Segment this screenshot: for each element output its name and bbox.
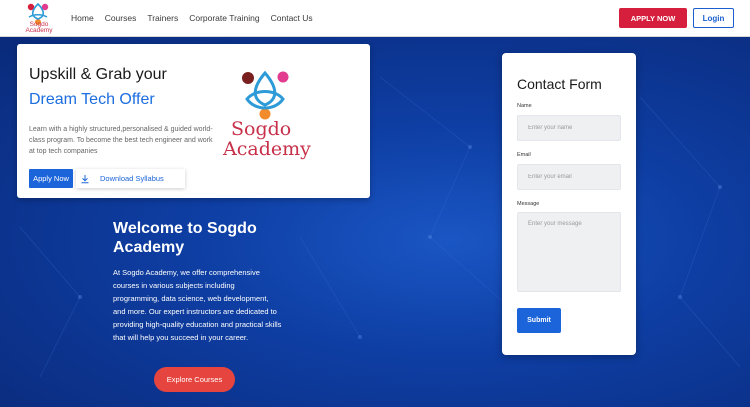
download-syllabus-label: Download Syllabus: [100, 174, 164, 183]
upskill-card: Upskill & Grab your Dream Tech Offer Lea…: [17, 44, 370, 198]
message-label: Message: [517, 201, 540, 207]
name-label: Name: [517, 103, 532, 109]
upskill-description: Learn with a highly structured,personali…: [29, 126, 213, 155]
academy-logo-text-line2: Academy: [223, 138, 311, 160]
contact-form-title: Contact Form: [517, 76, 602, 92]
top-navbar: Sogdo Academy Home Courses Trainers Corp…: [0, 0, 750, 37]
upskill-subtitle: Dream Tech Offer: [29, 91, 155, 108]
explore-courses-button[interactable]: Explore Courses: [154, 367, 235, 392]
welcome-title: Welcome to Sogdo Academy: [113, 220, 257, 256]
nav-trainers[interactable]: Trainers: [147, 13, 178, 23]
logo-text: Sogdo Academy: [25, 21, 53, 34]
apply-now-button[interactable]: APPLY NOW: [619, 8, 687, 28]
academy-logo-text-line1: Sogdo: [231, 118, 292, 140]
email-input[interactable]: [517, 164, 621, 190]
name-input[interactable]: [517, 115, 621, 141]
contact-form-card: Contact Form Name Email Message Submit: [502, 53, 636, 355]
download-syllabus-button[interactable]: Download Syllabus: [76, 169, 185, 188]
welcome-description: At Sogdo Academy, we offer comprehensive…: [113, 268, 282, 342]
nav-courses[interactable]: Courses: [105, 13, 137, 23]
nav-corporate-training[interactable]: Corporate Training: [189, 13, 259, 23]
download-icon: [81, 174, 89, 183]
academy-logo-icon: [242, 70, 289, 120]
message-textarea[interactable]: [517, 212, 621, 292]
email-label: Email: [517, 152, 531, 158]
nav-links: Home Courses Trainers Corporate Training…: [71, 13, 324, 23]
nav-contact-us[interactable]: Contact Us: [271, 13, 313, 23]
card-apply-now-button[interactable]: Apply Now: [29, 169, 73, 188]
upskill-title: Upskill & Grab your: [29, 66, 167, 83]
login-button[interactable]: Login: [693, 8, 734, 28]
submit-button[interactable]: Submit: [517, 308, 561, 333]
nav-home[interactable]: Home: [71, 13, 94, 23]
